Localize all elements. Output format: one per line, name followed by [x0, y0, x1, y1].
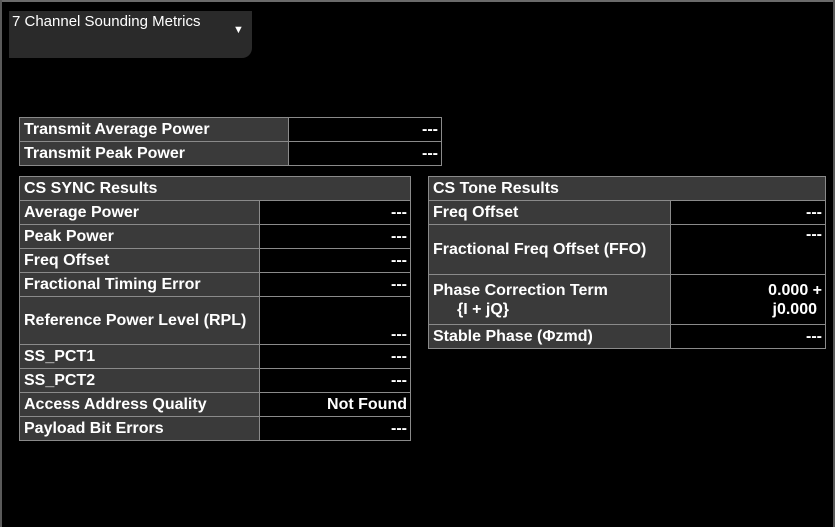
window-left-border	[0, 0, 2, 527]
sync-ss-pct2-label: SS_PCT2	[19, 368, 260, 393]
sync-ss-pct1-value: ---	[259, 344, 411, 369]
cs-tone-results-title: CS Tone Results	[428, 176, 826, 201]
tone-stable-phase-value: ---	[670, 324, 826, 349]
transmit-peak-power-label: Transmit Peak Power	[19, 141, 289, 166]
transmit-average-power-label: Transmit Average Power	[19, 117, 289, 142]
table-row: Fractional Timing Error ---	[19, 272, 411, 297]
sync-reference-power-level-value: ---	[259, 296, 411, 345]
tone-fractional-freq-offset-label: Fractional Freq Offset (FFO)	[428, 224, 671, 275]
tone-phase-correction-term-value: 0.000 + j0.000	[670, 274, 826, 325]
sync-freq-offset-label: Freq Offset	[19, 248, 260, 273]
tone-phase-correction-term-label: Phase Correction Term {I + jQ}	[428, 274, 671, 325]
table-row: Reference Power Level (RPL) ---	[19, 296, 411, 345]
sync-freq-offset-value: ---	[259, 248, 411, 273]
table-row: Fractional Freq Offset (FFO) ---	[428, 224, 826, 275]
sync-average-power-label: Average Power	[19, 200, 260, 225]
sync-fractional-timing-error-value: ---	[259, 272, 411, 297]
table-header-row: CS Tone Results	[428, 176, 826, 201]
table-row: Peak Power ---	[19, 224, 411, 249]
sync-ss-pct1-label: SS_PCT1	[19, 344, 260, 369]
sync-payload-bit-errors-label: Payload Bit Errors	[19, 416, 260, 441]
transmit-average-power-value: ---	[288, 117, 442, 142]
triangle-down-icon: ▼	[233, 24, 244, 36]
cs-sync-results-table: CS SYNC Results Average Power --- Peak P…	[19, 176, 411, 441]
window-title: 7 Channel Sounding Metrics	[12, 13, 201, 30]
window-title-dropdown[interactable]: 7 Channel Sounding Metrics ▼	[9, 11, 252, 58]
sync-payload-bit-errors-value: ---	[259, 416, 411, 441]
transmit-peak-power-value: ---	[288, 141, 442, 166]
tone-stable-phase-label: Stable Phase (Φzmd)	[428, 324, 671, 349]
table-row: Stable Phase (Φzmd) ---	[428, 324, 826, 349]
table-row: Average Power ---	[19, 200, 411, 225]
sync-peak-power-label: Peak Power	[19, 224, 260, 249]
window-top-border	[0, 0, 835, 2]
sync-peak-power-value: ---	[259, 224, 411, 249]
table-row: Payload Bit Errors ---	[19, 416, 411, 441]
table-row: SS_PCT2 ---	[19, 368, 411, 393]
tone-phase-correction-term-value-line2: j0.000	[772, 300, 817, 318]
sync-ss-pct2-value: ---	[259, 368, 411, 393]
tone-phase-correction-term-value-line1: 0.000 +	[768, 281, 822, 299]
cs-tone-results-table: CS Tone Results Freq Offset --- Fraction…	[428, 176, 826, 349]
tone-phase-correction-term-label-line2: {I + jQ}	[457, 300, 510, 318]
table-row: SS_PCT1 ---	[19, 344, 411, 369]
tone-freq-offset-label: Freq Offset	[428, 200, 671, 225]
sync-access-address-quality-value: Not Found	[259, 392, 411, 417]
sync-average-power-value: ---	[259, 200, 411, 225]
sync-reference-power-level-label: Reference Power Level (RPL)	[19, 296, 260, 345]
sync-access-address-quality-label: Access Address Quality	[19, 392, 260, 417]
sync-fractional-timing-error-label: Fractional Timing Error	[19, 272, 260, 297]
transmit-power-table: Transmit Average Power --- Transmit Peak…	[19, 117, 442, 166]
tone-fractional-freq-offset-value: ---	[670, 224, 826, 275]
table-row: Access Address Quality Not Found	[19, 392, 411, 417]
table-row: Phase Correction Term {I + jQ} 0.000 + j…	[428, 274, 826, 325]
table-row: Transmit Average Power ---	[19, 117, 442, 142]
table-row: Freq Offset ---	[428, 200, 826, 225]
tone-freq-offset-value: ---	[670, 200, 826, 225]
table-row: Freq Offset ---	[19, 248, 411, 273]
table-header-row: CS SYNC Results	[19, 176, 411, 201]
table-row: Transmit Peak Power ---	[19, 141, 442, 166]
tone-phase-correction-term-label-line1: Phase Correction Term	[433, 281, 608, 299]
cs-sync-results-title: CS SYNC Results	[19, 176, 411, 201]
